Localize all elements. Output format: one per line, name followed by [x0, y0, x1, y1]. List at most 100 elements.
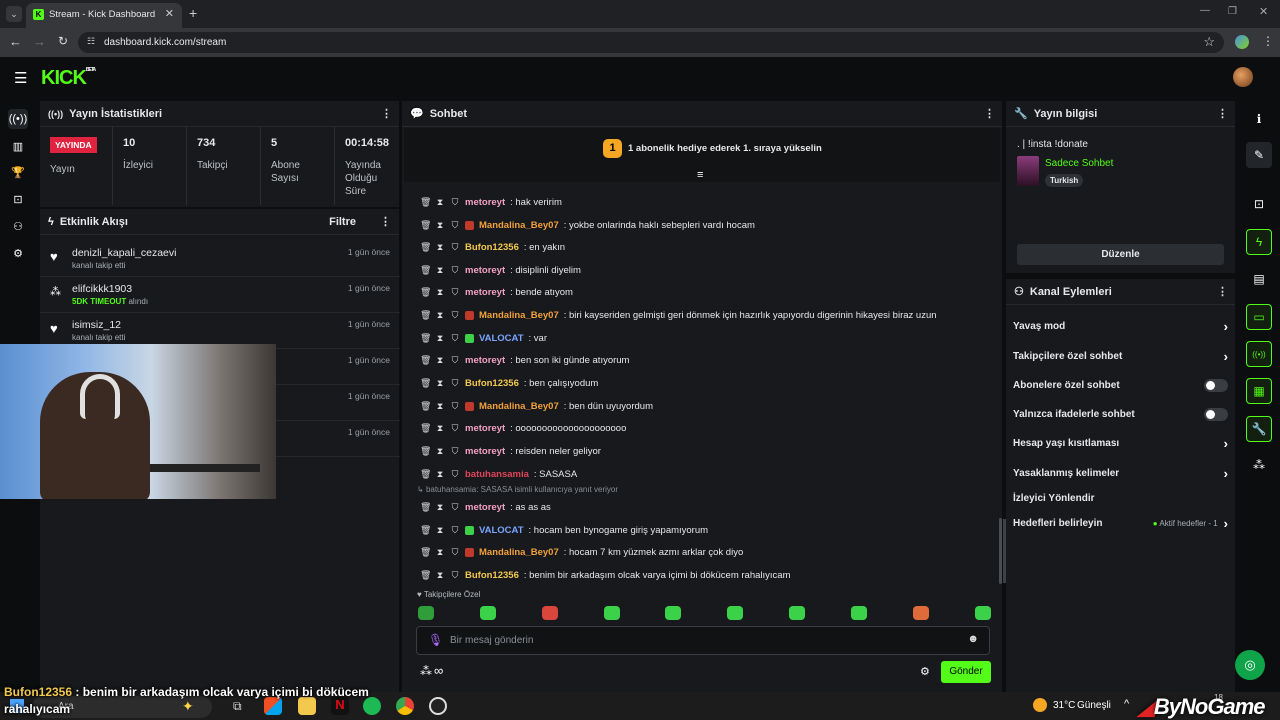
window-close-icon[interactable]: ✕ [1259, 5, 1268, 18]
chat-username[interactable]: Mandalina_Bey07 [479, 220, 559, 231]
chat-username[interactable]: metoreyt [465, 423, 505, 434]
chat-username[interactable]: Bufon12356 [465, 570, 519, 581]
chat-username[interactable]: Mandalina_Bey07 [479, 547, 559, 558]
wrench-rail-icon[interactable]: 🔧 [1246, 416, 1272, 442]
goal-expand-icon[interactable]: ≡ [697, 169, 703, 181]
filter-button[interactable]: Filtre [329, 216, 356, 228]
emote-icon[interactable] [480, 606, 496, 620]
timeout-user-icon[interactable]: ⧗ [435, 242, 445, 253]
nav-analytics-icon[interactable]: ▥ [8, 136, 28, 156]
chat-username[interactable]: metoreyt [465, 502, 505, 513]
support-chat-icon[interactable]: ◎ [1235, 650, 1265, 680]
delete-message-icon[interactable]: 🗑 [420, 401, 431, 412]
bookmark-star-icon[interactable]: ☆ [1203, 34, 1215, 50]
chevron-right-icon[interactable]: › [1224, 319, 1228, 334]
chat-username[interactable]: metoreyt [465, 355, 505, 366]
obs-app-icon[interactable] [429, 697, 447, 715]
document-icon[interactable]: ▤ [1246, 266, 1272, 292]
emote-icon[interactable] [418, 606, 434, 620]
channel-action-item[interactable]: Abonelere özel sohbet [1013, 375, 1228, 395]
timeout-user-icon[interactable]: ⧗ [435, 310, 445, 321]
timeout-user-icon[interactable]: ⧗ [435, 287, 445, 298]
chat-settings-icon[interactable]: ⚙ [920, 665, 930, 678]
chevron-right-icon[interactable]: › [1224, 349, 1228, 364]
delete-message-icon[interactable]: 🗑 [420, 469, 431, 480]
forward-icon[interactable]: → [33, 34, 46, 49]
channel-actions-more-icon[interactable]: ⋮ [1217, 285, 1228, 298]
event-user[interactable]: elifcikkk1903 [72, 283, 132, 295]
delete-message-icon[interactable]: 🗑 [420, 220, 431, 231]
timeout-user-icon[interactable]: ⧗ [435, 423, 445, 434]
toggle-switch[interactable] [1204, 407, 1228, 421]
delete-message-icon[interactable]: 🗑 [420, 287, 431, 298]
timeout-user-icon[interactable]: ⧗ [435, 547, 445, 558]
weather-desc[interactable]: Güneşli [1077, 700, 1111, 711]
chat-username[interactable]: VALOCAT [479, 333, 524, 344]
delete-message-icon[interactable]: 🗑 [420, 423, 431, 434]
chevron-right-icon[interactable]: › [1224, 466, 1228, 481]
reload-icon[interactable]: ↻ [58, 34, 68, 48]
window-restore-icon[interactable]: ❐ [1228, 6, 1237, 17]
emoji-picker-icon[interactable]: ☻ [967, 633, 979, 645]
delete-message-icon[interactable]: 🗑 [420, 242, 431, 253]
chat-scrollbar[interactable] [999, 518, 1002, 584]
channel-action-item[interactable]: Yalnızca ifadelerle sohbet [1013, 404, 1228, 424]
chat-username[interactable]: VALOCAT [479, 525, 524, 536]
channel-action-item[interactable]: Yasaklanmış kelimeler › [1013, 463, 1228, 483]
back-icon[interactable]: ← [9, 34, 22, 49]
kick-logo[interactable]: KICKBETA [41, 67, 96, 90]
lightning-quick-icon[interactable]: ϟ [1246, 229, 1272, 255]
user-avatar[interactable] [1233, 67, 1253, 87]
nav-settings-icon[interactable]: ⚙ [8, 243, 28, 263]
screenshot-icon[interactable]: ⊡ [1246, 191, 1272, 217]
timeout-user-icon[interactable]: ⧗ [435, 446, 445, 457]
new-tab-icon[interactable]: + [189, 5, 197, 21]
delete-message-icon[interactable]: 🗑 [420, 502, 431, 513]
activity-more-icon[interactable]: ⋮ [380, 215, 391, 228]
delete-message-icon[interactable]: 🗑 [420, 547, 431, 558]
pen-icon[interactable]: ✎ [1246, 142, 1272, 168]
delete-message-icon[interactable]: 🗑 [420, 333, 431, 344]
channel-action-item[interactable]: Takipçilere özel sohbet › [1013, 346, 1228, 366]
hamburger-menu-icon[interactable]: ☰ [14, 69, 27, 87]
chat-tools-icon[interactable]: ⁂ [420, 664, 432, 678]
category-name[interactable]: Sadece Sohbet [1045, 158, 1113, 169]
emote-icon[interactable] [542, 606, 558, 620]
timeout-user-icon[interactable]: ⧗ [435, 355, 445, 366]
emote-icon[interactable] [789, 606, 805, 620]
channel-action-item[interactable]: Yavaş mod › [1013, 316, 1228, 336]
timeout-user-icon[interactable]: ⧗ [435, 570, 445, 581]
emote-icon[interactable] [851, 606, 867, 620]
delete-message-icon[interactable]: 🗑 [420, 265, 431, 276]
chrome-app-icon[interactable] [396, 697, 414, 715]
delete-message-icon[interactable]: 🗑 [420, 355, 431, 366]
chat-username[interactable]: Mandalina_Bey07 [479, 401, 559, 412]
nav-community-icon[interactable]: ⚇ [8, 216, 28, 236]
chat-username[interactable]: Mandalina_Bey07 [479, 310, 559, 321]
timeout-user-icon[interactable]: ⧗ [435, 220, 445, 231]
chat-username[interactable]: metoreyt [465, 446, 505, 457]
broadcast-rail-icon[interactable]: ((•)) [1246, 341, 1272, 367]
emote-icon[interactable] [727, 606, 743, 620]
site-info-icon[interactable]: ☷ [87, 36, 95, 47]
delete-message-icon[interactable]: 🗑 [420, 310, 431, 321]
timeout-user-icon[interactable]: ⧗ [435, 525, 445, 536]
delete-message-icon[interactable]: 🗑 [420, 378, 431, 389]
chat-input[interactable]: 🎙 Bir mesaj gönderin ☻ [416, 626, 990, 655]
timeout-user-icon[interactable]: ⧗ [435, 502, 445, 513]
chevron-right-icon[interactable]: › [1224, 516, 1228, 531]
delete-message-icon[interactable]: 🗑 [420, 525, 431, 536]
scroll-handle[interactable] [1003, 519, 1006, 583]
tab-close-icon[interactable]: ✕ [165, 7, 174, 20]
nav-stream-icon[interactable]: ((•)) [8, 109, 28, 129]
timeout-user-icon[interactable]: ⧗ [435, 401, 445, 412]
channel-action-item[interactable]: Hesap yaşı kısıtlaması › [1013, 433, 1228, 453]
timeout-user-icon[interactable]: ⧗ [435, 378, 445, 389]
delete-message-icon[interactable]: 🗑 [420, 197, 431, 208]
timeout-user-icon[interactable]: ⧗ [435, 265, 445, 276]
chat-username[interactable]: metoreyt [465, 197, 505, 208]
toggle-switch[interactable] [1204, 378, 1228, 392]
microphone-icon[interactable]: 🎙 [428, 633, 443, 647]
community-rail-icon[interactable]: ⁂ [1246, 452, 1272, 478]
tab-list-icon[interactable]: ⌄ [6, 6, 22, 22]
